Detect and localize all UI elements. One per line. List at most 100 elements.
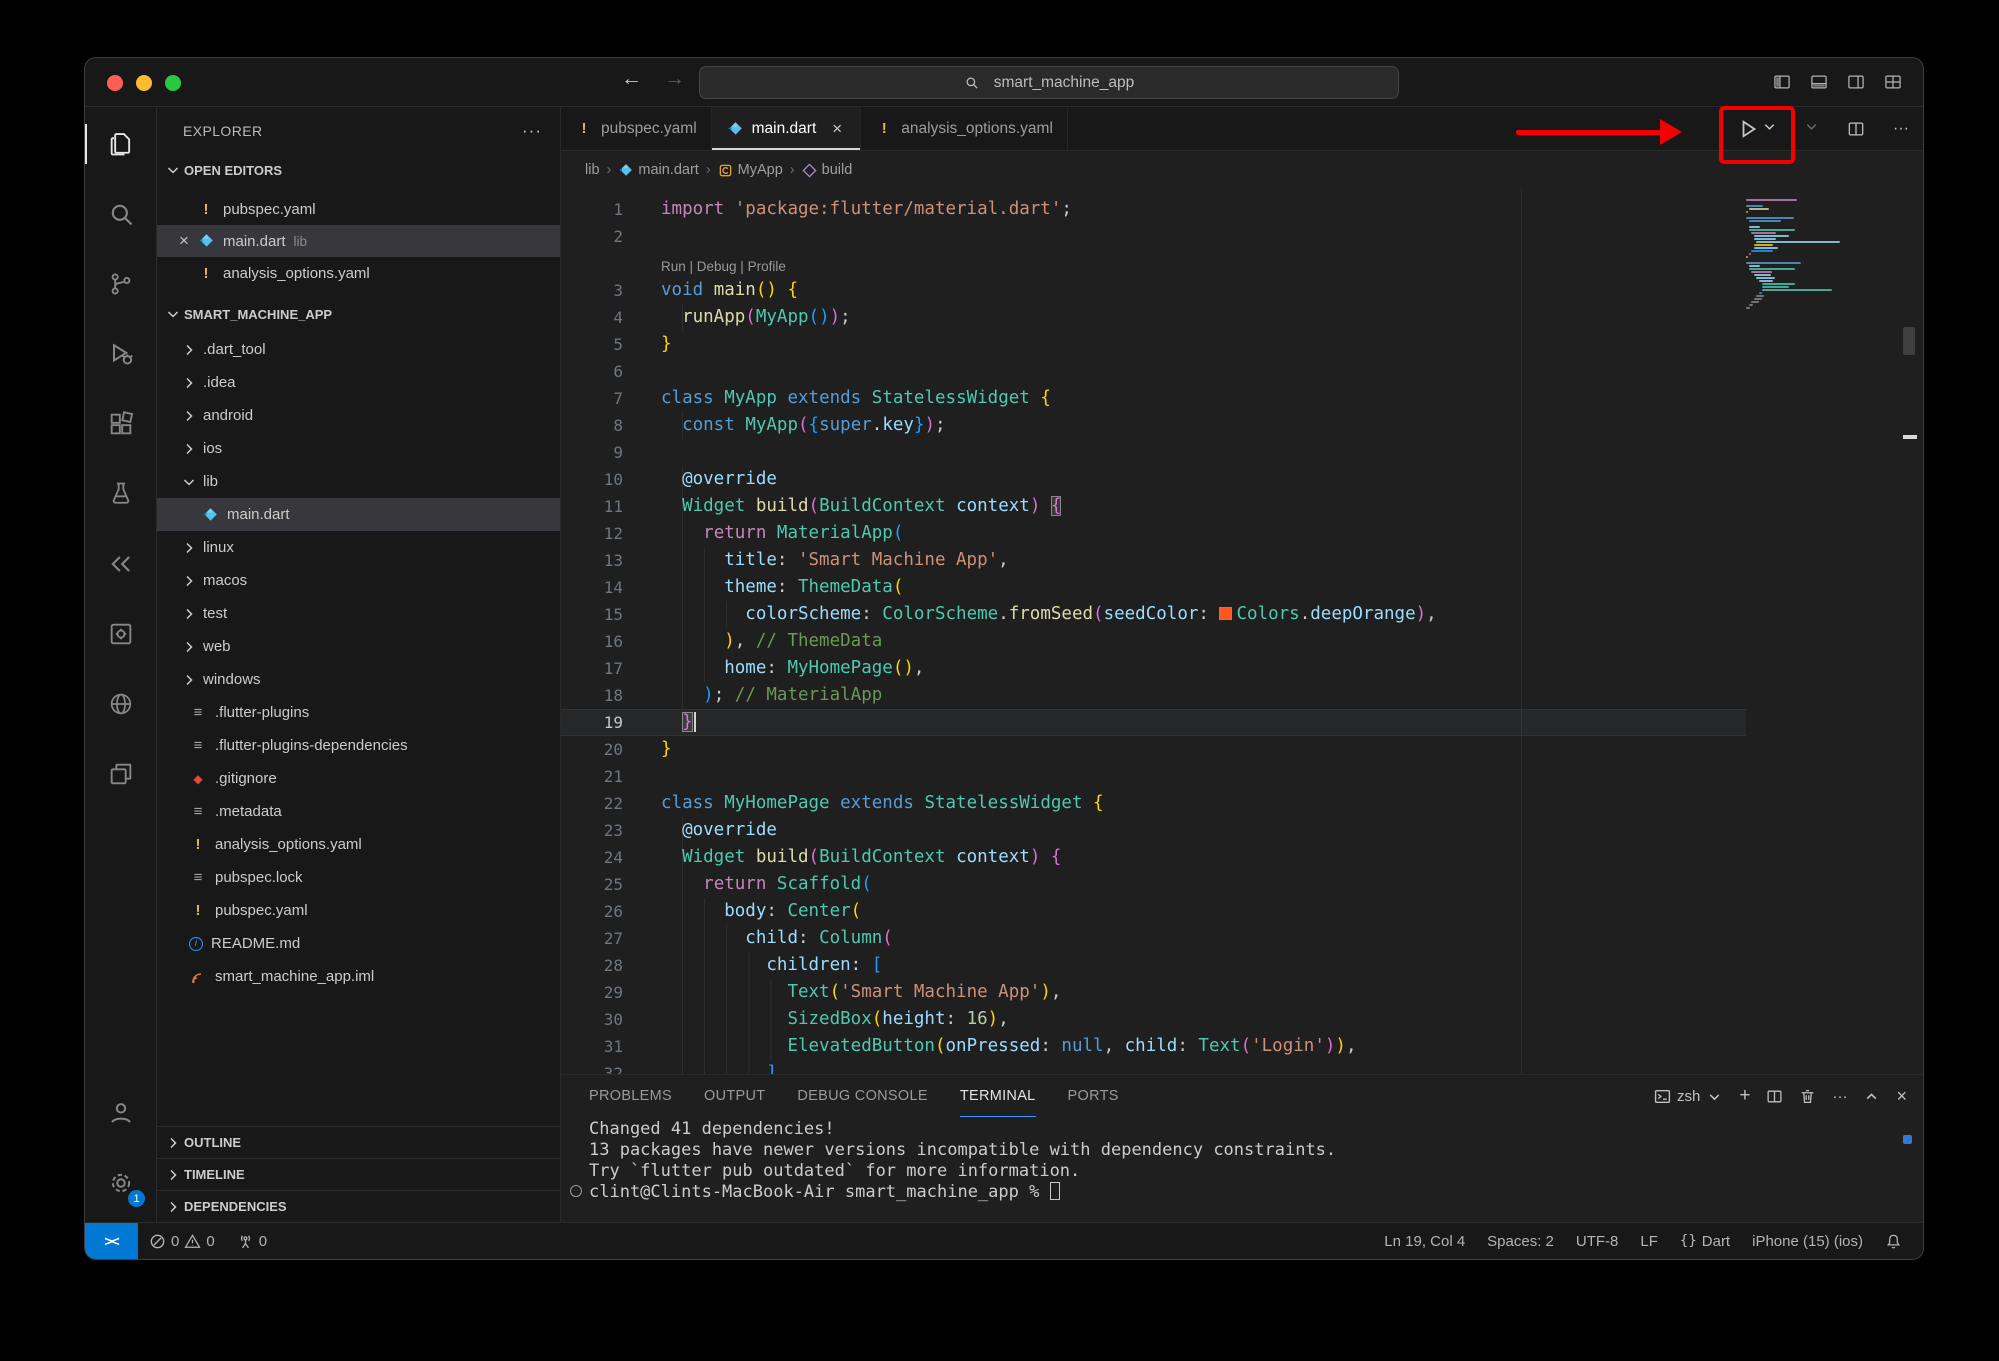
activity-testing[interactable] bbox=[85, 459, 156, 529]
panel-tab-terminal[interactable]: TERMINAL bbox=[960, 1075, 1036, 1117]
line-number[interactable]: 17 bbox=[561, 655, 623, 682]
line-number[interactable]: 20 bbox=[561, 736, 623, 763]
project-root-header[interactable]: SMART_MACHINE_APP bbox=[157, 299, 560, 329]
tab-close-icon[interactable]: × bbox=[828, 119, 846, 139]
code-line[interactable]: 22class MyHomePage extends StatelessWidg… bbox=[561, 790, 1746, 817]
tree-item[interactable]: linux bbox=[157, 531, 560, 564]
line-number[interactable]: 16 bbox=[561, 628, 623, 655]
maximize-panel-chevron-icon[interactable] bbox=[1863, 1088, 1880, 1105]
close-window-button[interactable] bbox=[107, 75, 123, 91]
command-center-search[interactable]: smart_machine_app bbox=[699, 66, 1399, 99]
open-editors-header[interactable]: OPEN EDITORS bbox=[157, 155, 560, 185]
tree-item[interactable]: main.dart bbox=[157, 498, 560, 531]
line-number[interactable]: 29 bbox=[561, 979, 623, 1006]
problems-status[interactable]: 0 0 bbox=[138, 1223, 226, 1259]
breadcrumb-item[interactable]: lib bbox=[585, 162, 600, 178]
line-number[interactable]: 12 bbox=[561, 520, 623, 547]
line-number[interactable]: 21 bbox=[561, 763, 623, 790]
code-line[interactable]: 1import 'package:flutter/material.dart'; bbox=[561, 196, 1746, 223]
encoding-status[interactable]: UTF-8 bbox=[1565, 1233, 1630, 1250]
tree-item[interactable]: test bbox=[157, 597, 560, 630]
explorer-more-actions[interactable]: ··· bbox=[522, 121, 542, 141]
accounts-button[interactable] bbox=[85, 1078, 156, 1148]
code-line[interactable]: 7class MyApp extends StatelessWidget { bbox=[561, 385, 1746, 412]
tree-item[interactable]: ◆.gitignore bbox=[157, 762, 560, 795]
tree-item[interactable]: lib bbox=[157, 465, 560, 498]
line-number[interactable]: 1 bbox=[561, 196, 623, 223]
split-editor-icon[interactable] bbox=[1846, 119, 1866, 139]
line-number[interactable]: 31 bbox=[561, 1033, 623, 1060]
tree-item[interactable]: android bbox=[157, 399, 560, 432]
editor-tab[interactable]: main.dart× bbox=[712, 107, 862, 150]
code-line[interactable]: 25 return Scaffold( bbox=[561, 871, 1746, 898]
customize-layout-icon[interactable] bbox=[1883, 72, 1903, 92]
code-line[interactable]: 11 Widget build(BuildContext context) { bbox=[561, 493, 1746, 520]
toggle-secondary-sidebar-icon[interactable] bbox=[1846, 72, 1866, 92]
code-line[interactable]: 30 SizedBox(height: 16), bbox=[561, 1006, 1746, 1033]
code-line[interactable]: 31 ElevatedButton(onPressed: null, child… bbox=[561, 1033, 1746, 1060]
panel-tab-ports[interactable]: PORTS bbox=[1068, 1075, 1119, 1117]
code-line[interactable]: 20} bbox=[561, 736, 1746, 763]
activity-explorer[interactable] bbox=[85, 109, 156, 179]
code-line[interactable]: 18 ); // MaterialApp bbox=[561, 682, 1746, 709]
line-number[interactable]: 14 bbox=[561, 574, 623, 601]
split-terminal-icon[interactable] bbox=[1766, 1088, 1783, 1105]
line-number[interactable]: 32 bbox=[561, 1060, 623, 1074]
tree-item[interactable]: web bbox=[157, 630, 560, 663]
line-number[interactable]: 28 bbox=[561, 952, 623, 979]
open-editor-item[interactable]: ×main.dartlib bbox=[157, 225, 560, 257]
panel-tab-output[interactable]: OUTPUT bbox=[704, 1075, 765, 1117]
line-number[interactable]: 2 bbox=[561, 223, 623, 250]
terminal-scrollbar[interactable] bbox=[1903, 1135, 1912, 1144]
toggle-panel-icon[interactable] bbox=[1809, 72, 1829, 92]
line-number[interactable]: 5 bbox=[561, 331, 623, 358]
line-number[interactable]: 25 bbox=[561, 871, 623, 898]
code-line[interactable]: 12 return MaterialApp( bbox=[561, 520, 1746, 547]
tree-item[interactable]: ≡.flutter-plugins bbox=[157, 696, 560, 729]
minimap[interactable] bbox=[1746, 199, 1853, 310]
line-number[interactable]: 13 bbox=[561, 547, 623, 574]
code-line[interactable]: 13 title: 'Smart Machine App', bbox=[561, 547, 1746, 574]
line-number[interactable]: 23 bbox=[561, 817, 623, 844]
notifications-bell[interactable] bbox=[1874, 1233, 1913, 1250]
tree-item[interactable]: .dart_tool bbox=[157, 333, 560, 366]
navigate-forward-button[interactable]: → bbox=[664, 67, 685, 91]
panel-tab-debug-console[interactable]: DEBUG CONSOLE bbox=[797, 1075, 927, 1117]
code-line[interactable]: 17 home: MyHomePage(), bbox=[561, 655, 1746, 682]
sidebar-section-timeline[interactable]: TIMELINE bbox=[157, 1158, 560, 1190]
line-number[interactable]: 15 bbox=[561, 601, 623, 628]
tree-item[interactable]: ≡.flutter-plugins-dependencies bbox=[157, 729, 560, 762]
indentation-status[interactable]: Spaces: 2 bbox=[1476, 1233, 1565, 1250]
tree-item[interactable]: ≡pubspec.lock bbox=[157, 861, 560, 894]
line-number[interactable]: 22 bbox=[561, 790, 623, 817]
activity-references[interactable] bbox=[85, 529, 156, 599]
kill-terminal-trash-icon[interactable] bbox=[1799, 1088, 1816, 1105]
code-line[interactable]: 26 body: Center( bbox=[561, 898, 1746, 925]
line-number[interactable]: 24 bbox=[561, 844, 623, 871]
code-line[interactable]: 16 ), // ThemeData bbox=[561, 628, 1746, 655]
code-line[interactable]: 32 ], bbox=[561, 1060, 1746, 1074]
eol-status[interactable]: LF bbox=[1629, 1233, 1669, 1250]
zoom-window-button[interactable] bbox=[165, 75, 181, 91]
code-line[interactable]: 24 Widget build(BuildContext context) { bbox=[561, 844, 1746, 871]
code-line[interactable]: 2 bbox=[561, 223, 1746, 250]
line-number[interactable]: 7 bbox=[561, 385, 623, 412]
toggle-primary-sidebar-icon[interactable] bbox=[1772, 72, 1792, 92]
line-number[interactable]: 8 bbox=[561, 412, 623, 439]
sidebar-section-dependencies[interactable]: DEPENDENCIES bbox=[157, 1190, 560, 1222]
open-editor-item[interactable]: !pubspec.yaml bbox=[157, 193, 560, 225]
cursor-position-status[interactable]: Ln 19, Col 4 bbox=[1373, 1233, 1476, 1250]
code-editor[interactable]: 1import 'package:flutter/material.dart';… bbox=[561, 189, 1923, 1074]
minimize-window-button[interactable] bbox=[136, 75, 152, 91]
device-selector-status[interactable]: iPhone (15) (ios) bbox=[1741, 1233, 1874, 1250]
code-line[interactable]: 3void main() { bbox=[561, 277, 1746, 304]
code-line[interactable]: Run | Debug | Profile bbox=[561, 250, 1746, 277]
tree-item[interactable]: .idea bbox=[157, 366, 560, 399]
code-line[interactable]: 27 child: Column( bbox=[561, 925, 1746, 952]
panel-tab-problems[interactable]: PROBLEMS bbox=[589, 1075, 672, 1117]
tree-item[interactable]: ios bbox=[157, 432, 560, 465]
code-line[interactable]: 15 colorScheme: ColorScheme.fromSeed(see… bbox=[561, 601, 1746, 628]
scrollbar-thumb[interactable] bbox=[1903, 327, 1915, 355]
title-bar[interactable]: ← → smart_machine_app bbox=[85, 58, 1923, 107]
line-number[interactable]: 11 bbox=[561, 493, 623, 520]
